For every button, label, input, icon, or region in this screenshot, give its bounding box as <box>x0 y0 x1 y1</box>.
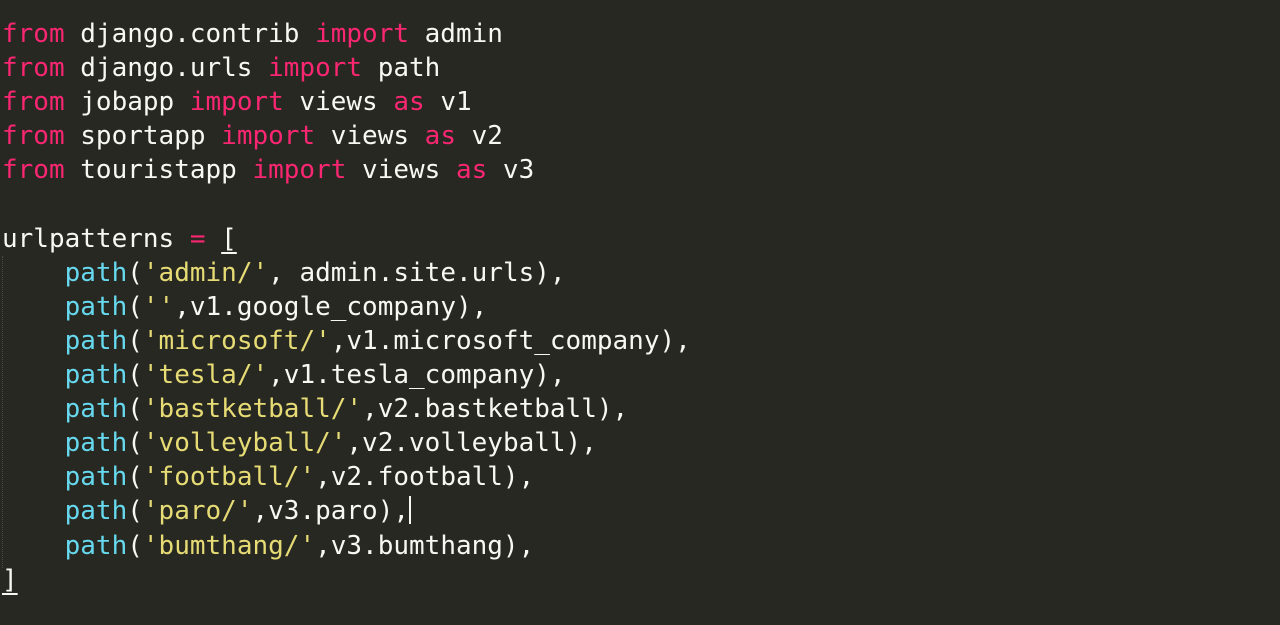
code-token-plain: views <box>346 155 456 186</box>
code-token-kw: import <box>268 53 363 84</box>
code-line[interactable]: ] <box>2 563 18 597</box>
code-token-plain: ,v2.football), <box>315 462 535 493</box>
code-token-str: 'tesla/' <box>142 360 269 390</box>
code-token-str: 'football/' <box>142 462 316 493</box>
code-token-plain: sportapp <box>64 121 222 152</box>
code-token-plain: ( <box>127 257 143 288</box>
code-token-plain: ( <box>127 530 143 561</box>
code-line[interactable]: from jobapp import views as v1 <box>2 85 472 119</box>
code-token-plain: django.contrib <box>64 19 316 49</box>
code-line[interactable]: path('bumthang/',v3.bumthang), <box>2 529 535 563</box>
code-token-kw: from <box>2 53 65 84</box>
code-token-str: '' <box>142 291 175 322</box>
text-cursor <box>409 496 412 525</box>
code-line[interactable]: path('admin/', admin.site.urls), <box>2 256 566 290</box>
code-token-plain: urlpatterns <box>2 223 190 254</box>
code-token-str: 'bastketball/' <box>142 394 363 425</box>
code-token-kw: import <box>189 87 284 118</box>
code-token-plain: ,v1.microsoft_company), <box>330 325 691 356</box>
code-token-plain: ,v1.google_company), <box>174 291 488 322</box>
code-line[interactable]: path('volleyball/',v2.volleyball), <box>2 426 597 460</box>
code-token-plain: views <box>315 121 425 152</box>
code-token-plain: admin <box>409 19 503 49</box>
code-token-kw: import <box>221 121 316 152</box>
code-token-plain: ,v3.paro), <box>252 496 410 527</box>
code-token-plain: path <box>362 53 441 84</box>
code-token-kw: from <box>2 19 65 49</box>
code-token-plain: views <box>283 87 394 118</box>
code-line[interactable]: path('tesla/',v1.tesla_company), <box>2 358 566 392</box>
code-line[interactable]: path('microsoft/',v1.microsoft_company), <box>2 324 691 358</box>
code-token-plain: ( <box>127 496 143 527</box>
code-token-fn: path <box>64 530 128 561</box>
code-token-fn: path <box>64 394 128 425</box>
code-token-kw: from <box>2 155 65 186</box>
code-line[interactable]: from sportapp import views as v2 <box>2 119 503 153</box>
code-token-kw: as <box>455 155 488 186</box>
code-token-plain: django.urls <box>64 53 269 84</box>
code-line[interactable]: from touristapp import views as v3 <box>2 153 534 187</box>
code-token-plain: ( <box>127 360 143 390</box>
code-token-plain: ( <box>127 428 143 459</box>
code-token-plain: ] <box>2 564 18 595</box>
code-token-str: 'volleyball/' <box>142 428 347 459</box>
code-token-kw: from <box>2 87 65 118</box>
code-token-plain: jobapp <box>64 87 190 118</box>
code-token-plain: v1 <box>424 87 472 118</box>
code-token-fn: path <box>64 462 128 493</box>
code-token-kw: as <box>424 121 456 152</box>
code-token-plain: ( <box>127 462 143 493</box>
code-token-plain: v3 <box>487 155 535 186</box>
code-token-plain: v2 <box>455 121 503 152</box>
code-line[interactable]: from django.contrib import admin <box>2 17 503 51</box>
code-token-plain: ( <box>127 394 143 425</box>
code-line[interactable]: path('football/',v2.football), <box>2 460 535 494</box>
code-token-fn: path <box>64 428 128 459</box>
code-token-plain: ,v2.bastketball), <box>362 394 629 425</box>
code-token-kw: import <box>252 155 347 186</box>
code-token-plain: , admin.site.urls), <box>268 257 566 288</box>
code-line[interactable]: path('paro/',v3.paro), <box>2 494 412 528</box>
code-line[interactable]: urlpatterns = [ <box>2 222 237 256</box>
code-token-str: 'admin/' <box>142 257 269 288</box>
code-line[interactable]: from django.urls import path <box>2 51 440 85</box>
code-token-kw: from <box>2 121 65 152</box>
code-token-fn: path <box>64 496 128 527</box>
code-line[interactable]: path('bastketball/',v2.bastketball), <box>2 392 629 426</box>
code-token-plain: ,v2.volleyball), <box>346 428 597 459</box>
code-token-str: 'paro/' <box>142 496 253 527</box>
code-token-kw: as <box>393 87 425 118</box>
code-token-fn: path <box>64 325 128 356</box>
code-token-plain: ,v3.bumthang), <box>315 530 535 561</box>
code-editor[interactable]: from django.contrib import admin from dja… <box>0 0 1280 625</box>
code-token-plain: ( <box>127 291 143 322</box>
code-token-plain: ( <box>127 325 143 356</box>
code-token-fn: path <box>64 291 128 322</box>
code-token-fn: path <box>64 360 128 390</box>
code-token-fn: path <box>64 257 128 288</box>
code-line[interactable]: path('',v1.google_company), <box>2 290 488 324</box>
code-token-kw: = <box>189 223 206 254</box>
code-token-plain: [ <box>221 223 237 254</box>
code-token-kw: import <box>315 19 409 49</box>
code-token-str: 'microsoft/' <box>142 325 331 356</box>
code-token-plain: ,v1.tesla_company), <box>268 360 566 390</box>
code-token-plain: touristapp <box>64 155 253 186</box>
code-token-str: 'bumthang/' <box>142 530 316 561</box>
